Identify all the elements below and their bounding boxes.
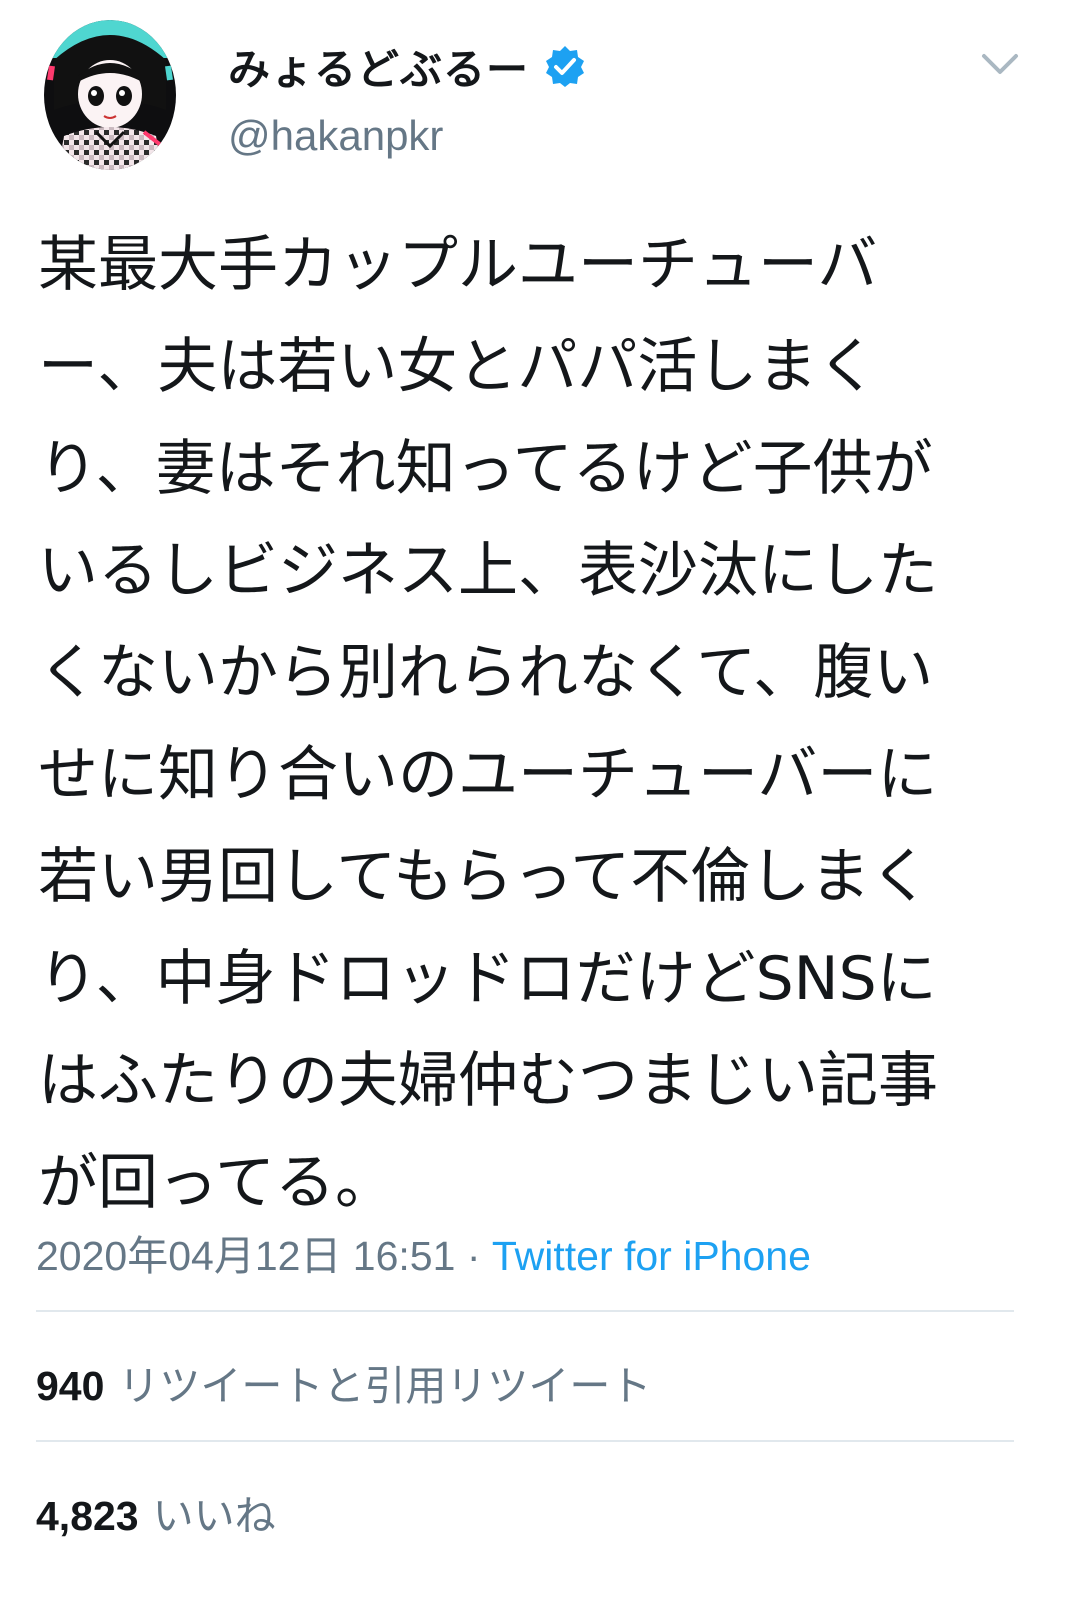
user-handle[interactable]: @hakanpkr [228,112,443,160]
tweet-detail: みょるどぶるー @hakanpkr 某最大手カップルユーチューバ ー、夫は若い女… [0,0,1066,1616]
tweet-text-line: はふたりの夫婦仲むつまじい記事 [38,1046,938,1116]
likes-stat[interactable]: 4,823 いいね [36,1482,276,1542]
tweet-text: 某最大手カップルユーチューバ ー、夫は若い女とパパ活しまく り、妻はそれ知ってる… [38,214,1028,1234]
tweet-meta: 2020年04月12日 16:51 · Twitter for iPhone [36,1222,811,1282]
tweet-text-line: せに知り合いのユーチューバーに [38,740,938,810]
tweet-header: みょるどぶるー @hakanpkr [0,0,1066,190]
tweet-text-line: いるしビジネス上、表沙汰にした [38,536,938,606]
tweet-text-line: 若い男回してもらって不倫しまく [38,842,931,912]
display-name[interactable]: みょるどぶるー [228,36,529,97]
tweet-timestamp[interactable]: 2020年04月12日 16:51 [36,1233,455,1279]
retweets-stat[interactable]: 940 リツイートと引用リツイート [36,1352,651,1412]
tweet-text-line: 某最大手カップルユーチューバ [38,230,878,300]
retweets-count: 940 [36,1363,105,1409]
verified-badge-icon [543,44,587,88]
avatar[interactable] [44,20,176,170]
tweet-source-link[interactable]: Twitter for iPhone [492,1233,811,1279]
meta-separator: · [455,1233,492,1279]
likes-count: 4,823 [36,1493,139,1539]
tweet-text-line: ー、夫は若い女とパパ活しまく [38,332,878,402]
avatar-illustration-icon [44,20,176,170]
divider [36,1310,1014,1312]
tweet-text-line: り、妻はそれ知ってるけど子供が [38,434,933,504]
tweet-text-line: り、中身ドロッドロだけどSNSに [38,944,937,1014]
retweets-label: リツイートと引用リツイート [118,1362,652,1410]
chevron-down-icon[interactable] [978,46,1022,80]
display-name-row: みょるどぶるー [228,34,587,98]
divider [36,1440,1014,1442]
likes-label: いいね [152,1492,276,1540]
tweet-text-line: くないから別れられなくて、腹い [38,638,934,708]
tweet-text-line: が回ってる。 [38,1148,395,1218]
